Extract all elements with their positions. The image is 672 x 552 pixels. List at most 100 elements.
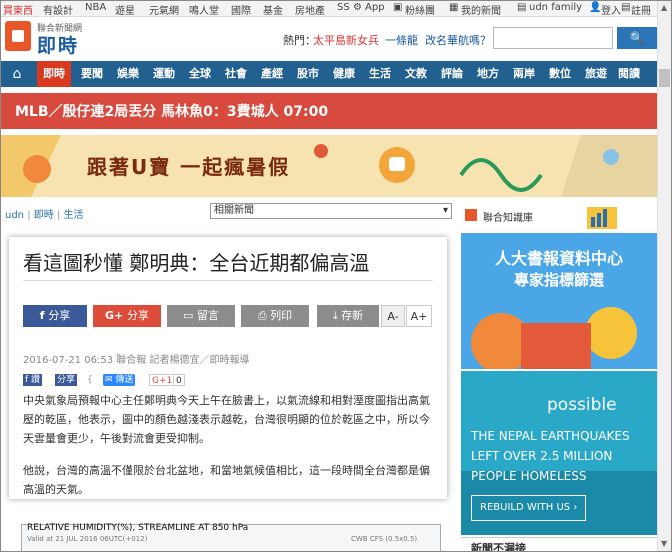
gplus-share-button[interactable]: G+ 分享 bbox=[93, 305, 161, 327]
scroll-up-icon[interactable]: ▲ bbox=[661, 3, 667, 12]
facebook-share-button[interactable]: f 分享 bbox=[23, 305, 87, 327]
topbar-link[interactable]: 元氣網 bbox=[149, 2, 179, 17]
nav-item[interactable]: 閱讀 bbox=[615, 61, 643, 87]
nav-item[interactable]: 即時 bbox=[37, 61, 71, 87]
nav-item[interactable]: 全球 bbox=[183, 61, 217, 87]
search-input[interactable] bbox=[493, 27, 613, 49]
home-icon[interactable]: ⌂ bbox=[5, 61, 29, 87]
comment-label: 留言 bbox=[196, 309, 219, 322]
nav-item[interactable]: 健康 bbox=[327, 61, 361, 87]
ad-brand: possible bbox=[547, 395, 617, 415]
hot-link[interactable]: 改名華航嗎？ bbox=[425, 32, 491, 48]
breadcrumb-item[interactable]: udn bbox=[5, 210, 24, 221]
topbar-link[interactable]: App bbox=[365, 2, 385, 13]
save-label: 存新 bbox=[341, 309, 364, 322]
hot-link[interactable]: 太平島新女兵 bbox=[313, 32, 379, 48]
humidity-chart-image: RELATIVE HUMIDITY(%), STREAMLINE AT 850 … bbox=[9, 509, 447, 551]
messenger-send-button[interactable]: ✉ 傳送 bbox=[103, 374, 136, 386]
print-button[interactable]: ⎙ 列印 bbox=[241, 305, 309, 327]
udn-logo-icon[interactable] bbox=[5, 21, 31, 51]
breadcrumb-item[interactable]: 即時 bbox=[34, 210, 54, 221]
chart-caption: RELATIVE HUMIDITY(%), STREAMLINE AT 850 … bbox=[27, 523, 249, 533]
ad-line: PEOPLE HOMELESS bbox=[471, 469, 587, 483]
topbar-link[interactable]: SS bbox=[337, 2, 350, 13]
nav-item[interactable]: 生活 bbox=[363, 61, 397, 87]
nav-item[interactable]: 娛樂 bbox=[111, 61, 145, 87]
gplus-icon: G+ bbox=[104, 309, 128, 322]
nav-item[interactable]: 數位 bbox=[543, 61, 577, 87]
section-heading: 新聞不漏接 bbox=[471, 542, 526, 552]
facebook-like-button[interactable]: f 讚 bbox=[23, 374, 43, 386]
facebook-share-label: 分享 bbox=[48, 309, 71, 322]
nav-item[interactable]: 旅遊 bbox=[579, 61, 613, 87]
print-icon: ⎙ bbox=[257, 309, 271, 322]
facebook-icon: ▣ bbox=[393, 2, 403, 13]
save-button[interactable]: ⤓ 存新 bbox=[317, 305, 379, 327]
udn-icon: ▤ bbox=[517, 2, 527, 13]
register-icon: ▤ bbox=[621, 2, 631, 13]
login-link[interactable]: 登入 bbox=[601, 2, 621, 17]
nav-item[interactable]: 股市 bbox=[291, 61, 325, 87]
ad-line: THE NEPAL EARTHQUAKES bbox=[471, 429, 630, 443]
hot-link[interactable]: 一條龍 bbox=[385, 32, 418, 48]
facebook-mini-share-button[interactable]: 分享 bbox=[55, 374, 78, 386]
news-icon: ▦ bbox=[449, 2, 459, 13]
sidebar-ad-knowledge[interactable]: 聯合知識庫 人大書報資料中心 專家指標篩選 bbox=[461, 203, 657, 369]
brand-title[interactable]: 即時 bbox=[37, 31, 79, 58]
topbar-link[interactable]: 買東西 bbox=[3, 2, 33, 17]
like-label: 讚 bbox=[31, 375, 41, 385]
chart-source: CWB CFS (0.5x0.5) bbox=[351, 535, 418, 543]
topbar-link[interactable]: udn family bbox=[529, 2, 582, 13]
rebuild-button[interactable]: REBUILD WITH US › bbox=[471, 495, 587, 521]
gplus-one-button[interactable]: G+1 bbox=[149, 374, 176, 386]
comment-button[interactable]: ▭ 留言 bbox=[167, 305, 235, 327]
topbar-link[interactable]: 房地產 bbox=[295, 2, 325, 17]
rebuild-label: REBUILD WITH US bbox=[480, 502, 571, 513]
ticker-text[interactable]: MLB／殷仔連2局丟分 馬林魚0：3費城人 07:00 bbox=[15, 101, 328, 121]
messenger-icon: ✉ bbox=[105, 375, 116, 385]
chart-subcaption: Valid at 21 JUL 2016 06UTC(+012) bbox=[27, 535, 148, 543]
topbar-link[interactable]: 鳴人堂 bbox=[189, 2, 219, 17]
comment-icon: ▭ bbox=[183, 309, 197, 322]
topbar-link[interactable]: 基金 bbox=[263, 2, 283, 17]
nav-item[interactable]: 運動 bbox=[147, 61, 181, 87]
register-link[interactable]: 註冊 bbox=[631, 2, 651, 17]
article-card bbox=[9, 237, 447, 499]
related-news-label: 相關新聞 bbox=[214, 205, 254, 216]
topbar-link[interactable]: 我的新聞 bbox=[461, 2, 501, 17]
ad-brand: 聯合知識庫 bbox=[483, 213, 533, 224]
topbar-link[interactable]: 有設計 bbox=[43, 2, 73, 17]
scroll-down-icon[interactable]: ▼ bbox=[661, 539, 667, 548]
topbar-link[interactable]: 遊星 bbox=[115, 2, 135, 17]
nav-item[interactable]: 兩岸 bbox=[507, 61, 541, 87]
ad-line: LEFT OVER 2.5 MILLION bbox=[471, 449, 613, 463]
chevron-down-icon: ▾ bbox=[442, 205, 448, 216]
nav-item[interactable]: 產經 bbox=[255, 61, 289, 87]
download-icon: ⤓ bbox=[332, 309, 342, 322]
print-label: 列印 bbox=[270, 309, 293, 322]
font-decrease-button[interactable]: A- bbox=[381, 305, 405, 327]
topbar-link[interactable]: NBA bbox=[85, 2, 106, 13]
article-paragraph: 中央氣象局預報中心主任鄭明典今天上午在臉書上，以氣流線和相對溼度圖指出高氣壓的乾… bbox=[23, 394, 430, 445]
user-icon: 👤 bbox=[589, 2, 602, 13]
gplus-count: 0 bbox=[173, 374, 185, 386]
topbar-link[interactable]: 國際 bbox=[231, 2, 251, 17]
scrollbar-thumb[interactable] bbox=[659, 69, 670, 87]
search-icon: 🔍 bbox=[629, 31, 645, 45]
app-icon: ⚙ bbox=[353, 2, 362, 13]
nav-item[interactable]: 社會 bbox=[219, 61, 253, 87]
ad-title: 人大書報資料中心 bbox=[494, 249, 623, 268]
nav-item[interactable]: 要聞 bbox=[75, 61, 109, 87]
breadcrumb-item[interactable]: 生活 bbox=[64, 210, 84, 221]
article-title: 看這圖秒懂 鄭明典：全台近期都偏高溫 bbox=[23, 251, 370, 275]
sidebar-ad-possible[interactable]: possible THE NEPAL EARTHQUAKES LEFT OVER… bbox=[461, 371, 657, 535]
nav-item[interactable]: 文教 bbox=[399, 61, 433, 87]
search-button[interactable]: 🔍 bbox=[617, 27, 657, 49]
banner-slogan[interactable]: 跟著U寶 一起瘋暑假 bbox=[87, 151, 290, 180]
nav-item[interactable]: 地方 bbox=[471, 61, 505, 87]
font-increase-button[interactable]: A+ bbox=[406, 305, 432, 327]
topbar-link[interactable]: 粉絲團 bbox=[405, 2, 435, 17]
sidebar-next-section: 新聞不漏接 bbox=[461, 537, 657, 552]
nav-item[interactable]: 評論 bbox=[435, 61, 469, 87]
related-news-select[interactable]: 相關新聞 ▾ bbox=[210, 203, 452, 219]
